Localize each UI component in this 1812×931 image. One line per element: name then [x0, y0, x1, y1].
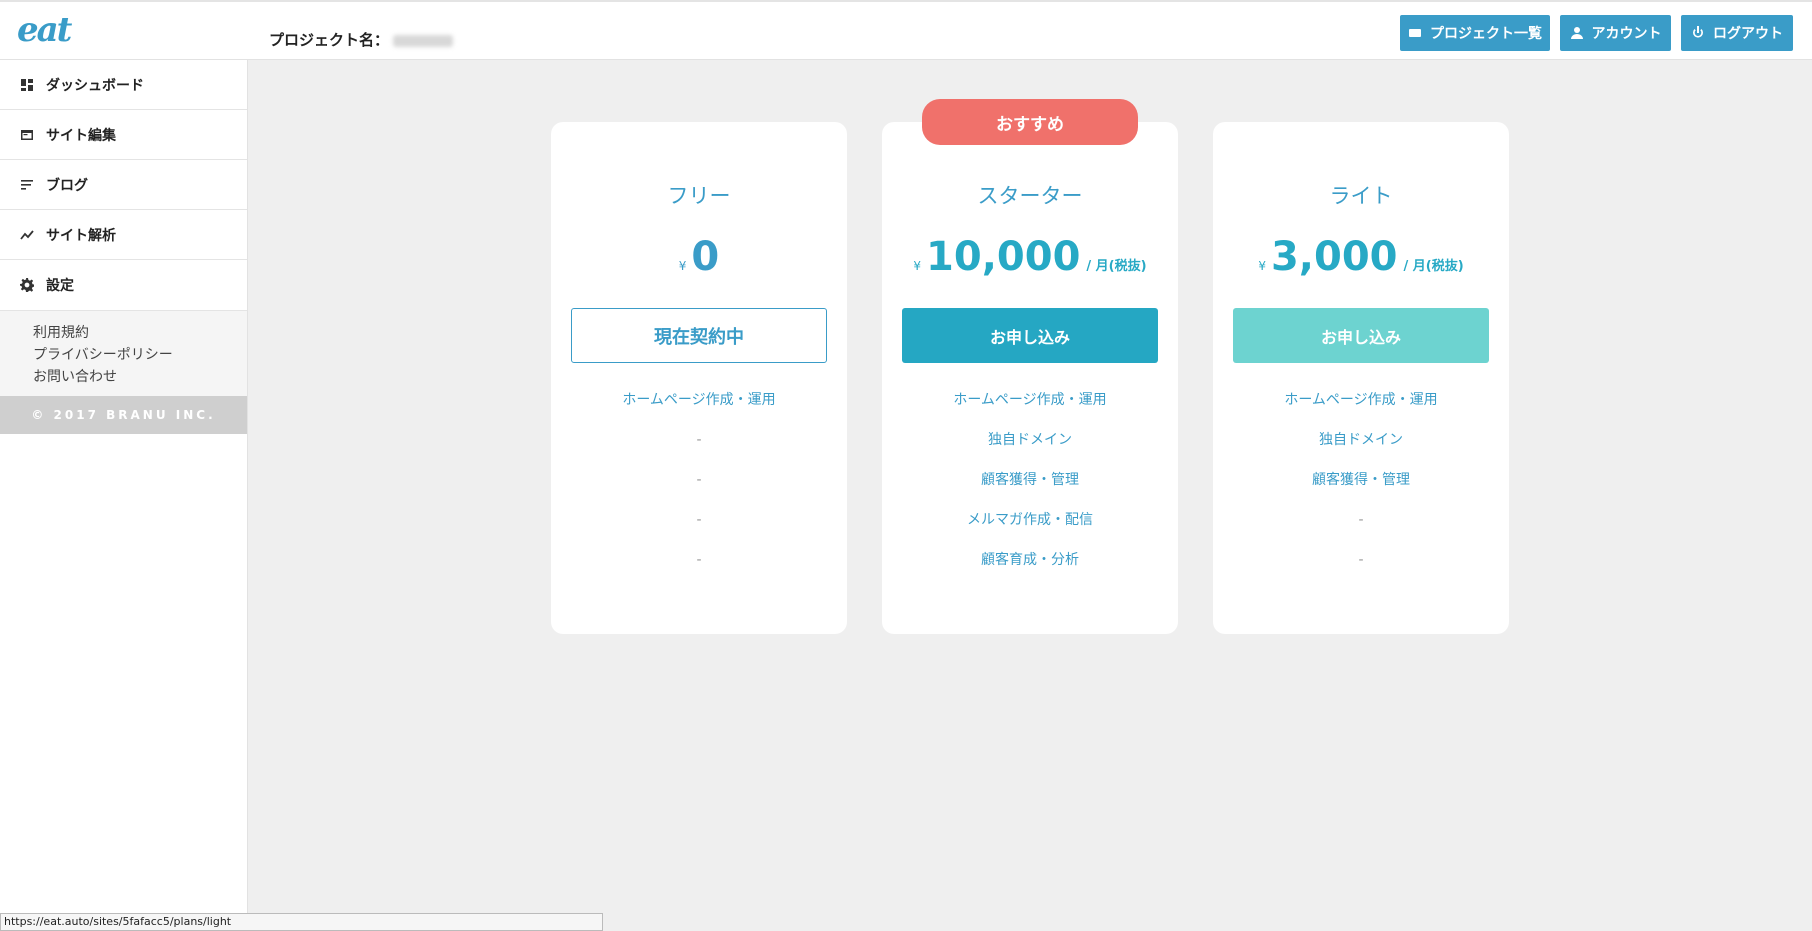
- plan-price: ¥ 10,000 / 月(税抜): [882, 234, 1178, 280]
- feature-item: -: [696, 512, 702, 528]
- feature-item: -: [696, 432, 702, 448]
- apply-button-starter[interactable]: お申し込み: [902, 308, 1158, 363]
- feature-item: ホームページ作成・運用: [1284, 392, 1438, 408]
- project-list-button[interactable]: プロジェクト一覧: [1400, 15, 1550, 51]
- account-button[interactable]: アカウント: [1560, 15, 1671, 51]
- feature-item: 顧客育成・分析: [981, 552, 1079, 568]
- yen-symbol: ¥: [913, 259, 922, 273]
- user-icon: [1570, 27, 1583, 39]
- site-edit-icon: [21, 129, 33, 140]
- plan-card-free: フリー ¥ 0 現在契約中 ホームページ作成・運用 - - - -: [551, 122, 847, 634]
- plan-price: ¥ 0: [551, 234, 847, 280]
- price-amount: 10,000: [926, 234, 1081, 280]
- feature-item: -: [696, 472, 702, 488]
- sidebar-item-site-edit[interactable]: サイト編集: [0, 110, 247, 160]
- sidebar-item-analytics[interactable]: サイト解析: [0, 210, 247, 260]
- sidebar-footer-links: 利用規約 プライバシーポリシー お問い合わせ: [0, 310, 247, 396]
- browser-status-url: https://eat.auto/sites/5fafacc5/plans/li…: [0, 913, 603, 931]
- plan-price: ¥ 3,000 / 月(税抜): [1213, 234, 1509, 280]
- price-unit: / 月(税抜): [1086, 259, 1147, 274]
- sidebar-item-settings[interactable]: 設定: [0, 260, 247, 310]
- top-header: eat プロジェクト名： プロジェクト一覧 アカウント ログアウト: [0, 0, 1812, 60]
- feature-item: 独自ドメイン: [1319, 432, 1403, 448]
- project-label-text: プロジェクト名：: [269, 31, 390, 49]
- plan-card-light: ライト ¥ 3,000 / 月(税抜) お申し込み ホームページ作成・運用 独自…: [1213, 122, 1509, 634]
- privacy-policy-link[interactable]: プライバシーポリシー: [33, 344, 247, 366]
- feature-item: 顧客獲得・管理: [981, 472, 1079, 488]
- logout-label: ログアウト: [1713, 26, 1783, 42]
- project-name-label: プロジェクト名：: [269, 29, 454, 50]
- yen-symbol: ¥: [678, 259, 687, 273]
- sidebar: ダッシュボード サイト編集 ブログ サイト解析 設定 利用規約 プライバシーポリ…: [0, 60, 248, 931]
- copyright: © 2017 BRANU INC.: [0, 396, 247, 434]
- terms-link[interactable]: 利用規約: [33, 322, 247, 344]
- account-label: アカウント: [1591, 26, 1662, 42]
- feature-item: 顧客獲得・管理: [1312, 472, 1410, 488]
- sidebar-item-label: ブログ: [46, 177, 88, 194]
- power-icon: [1693, 26, 1703, 38]
- price-amount: 3,000: [1270, 234, 1398, 280]
- apply-button-light[interactable]: お申し込み: [1233, 308, 1489, 363]
- yen-symbol: ¥: [1258, 259, 1266, 273]
- feature-item: -: [1358, 512, 1364, 528]
- plan-name: フリー: [667, 184, 731, 208]
- logout-button[interactable]: ログアウト: [1681, 15, 1793, 51]
- feature-item: メルマガ作成・配信: [967, 512, 1093, 528]
- feature-list: ホームページ作成・運用 独自ドメイン 顧客獲得・管理 - -: [1213, 392, 1509, 592]
- sidebar-item-dashboard[interactable]: ダッシュボード: [0, 60, 247, 110]
- gear-icon: [20, 278, 34, 292]
- feature-item: 独自ドメイン: [988, 432, 1072, 448]
- project-name-value-blurred: [393, 34, 454, 47]
- sidebar-item-label: ダッシュボード: [46, 77, 144, 94]
- feature-item: -: [1358, 552, 1364, 568]
- recommended-badge: おすすめ: [922, 99, 1138, 145]
- price-amount: 0: [691, 234, 720, 280]
- contact-link[interactable]: お問い合わせ: [33, 366, 247, 388]
- feature-item: ホームページ作成・運用: [622, 392, 776, 408]
- eat-logo[interactable]: eat: [17, 10, 72, 50]
- project-list-label: プロジェクト一覧: [1430, 26, 1542, 42]
- projects-icon: [1409, 29, 1421, 37]
- current-plan-button[interactable]: 現在契約中: [571, 308, 827, 363]
- blog-icon: [21, 179, 33, 190]
- price-unit: / 月(税抜): [1403, 259, 1464, 274]
- sidebar-item-label: サイト解析: [46, 227, 116, 244]
- feature-item: -: [696, 552, 702, 568]
- feature-list: ホームページ作成・運用 独自ドメイン 顧客獲得・管理 メルマガ作成・配信 顧客育…: [882, 392, 1178, 592]
- sidebar-item-label: 設定: [46, 278, 74, 294]
- sidebar-item-label: サイト編集: [46, 127, 116, 144]
- feature-item: ホームページ作成・運用: [953, 392, 1107, 408]
- plan-card-starter: スターター ¥ 10,000 / 月(税抜) お申し込み ホームページ作成・運用…: [882, 122, 1178, 634]
- analytics-icon: [20, 229, 34, 240]
- dashboard-icon: [21, 78, 33, 91]
- sidebar-item-blog[interactable]: ブログ: [0, 160, 247, 210]
- plan-name: ライト: [1329, 184, 1393, 208]
- plan-name: スターター: [977, 184, 1083, 208]
- feature-list: ホームページ作成・運用 - - - -: [551, 392, 847, 592]
